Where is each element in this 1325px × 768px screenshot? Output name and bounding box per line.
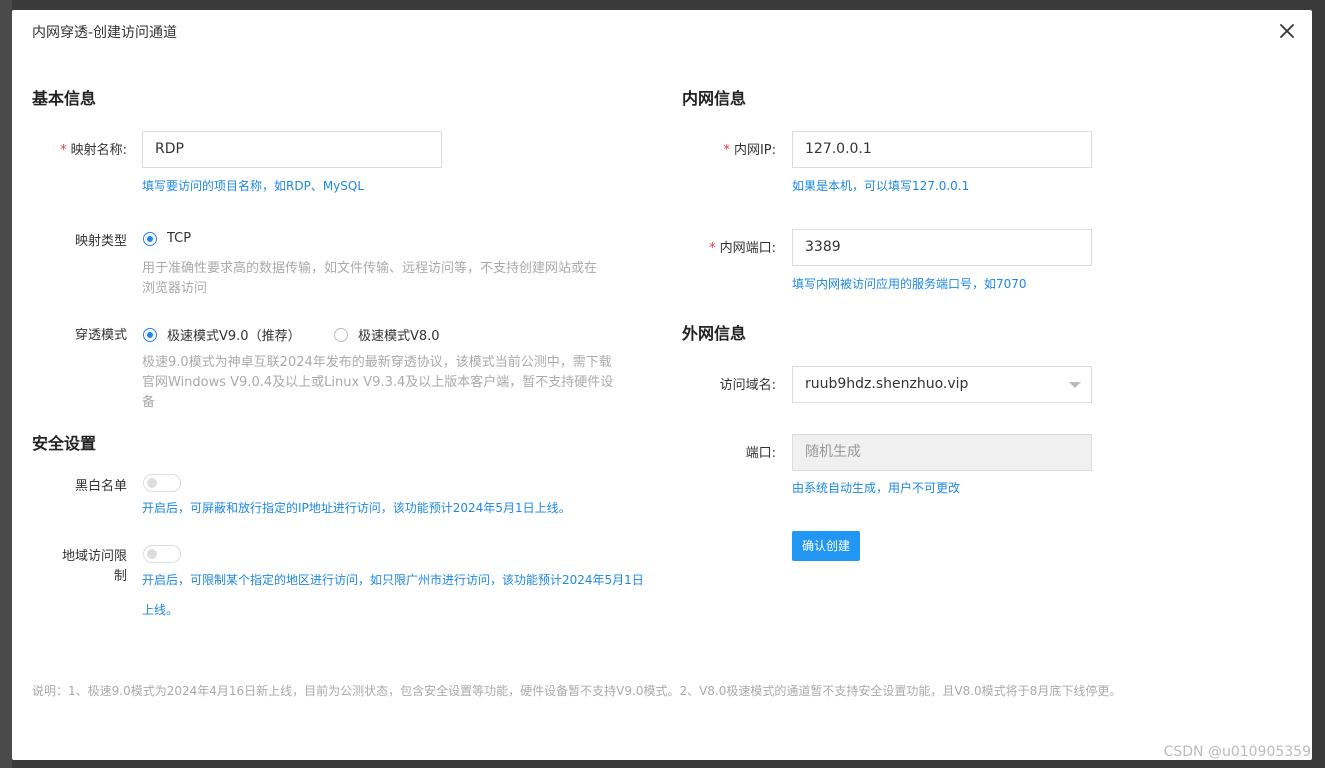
intranet-port-input[interactable]: 3389	[792, 229, 1092, 266]
radio-mode-v9[interactable]: 极速模式V9.0（推荐）	[143, 325, 301, 344]
mapping-type-desc-line1: 用于准确性要求高的数据传输，如文件传输、远程访问等，不支持创建网站或在	[142, 261, 598, 276]
chevron-down-icon	[1069, 382, 1081, 388]
mapping-type-label: 映射类型	[74, 234, 127, 249]
whitelist-label: 黑白名单	[74, 479, 127, 494]
radio-mode-v8[interactable]: 极速模式V8.0	[334, 325, 440, 344]
footer-note: 说明：1、极速9.0模式为2024年4月16日新上线，目前为公测状态，包含安全设…	[32, 684, 1122, 698]
mode-desc-line3: 备	[142, 395, 156, 410]
whitelist-toggle[interactable]	[143, 474, 181, 492]
intranet-ip-label: * 内网IP:	[723, 143, 776, 158]
toggle-knob	[147, 549, 157, 559]
dialog-title: 内网穿透-创建访问通道	[32, 25, 178, 41]
close-icon[interactable]	[1276, 20, 1298, 42]
section-title-basic: 基本信息	[32, 89, 97, 108]
required-mark: *	[709, 241, 716, 256]
mapping-name-label: * 映射名称:	[60, 143, 127, 158]
mapping-type-desc-line2: 浏览器访问	[142, 281, 208, 296]
section-title-intranet: 内网信息	[682, 89, 747, 108]
page-backdrop	[0, 0, 12, 768]
geo-hint-line2: 上线。	[142, 603, 179, 617]
confirm-create-button[interactable]: 确认创建	[792, 531, 860, 561]
required-mark: *	[60, 143, 67, 158]
mapping-name-input[interactable]: RDP	[142, 131, 442, 168]
extranet-port-input: 随机生成	[792, 434, 1092, 471]
extranet-port-hint: 由系统自动生成，用户不可更改	[792, 481, 961, 495]
section-title-security: 安全设置	[32, 434, 97, 453]
domain-select-value: ruub9hdz.shenzhuo.vip	[805, 376, 969, 392]
extranet-port-label: 端口:	[745, 446, 776, 461]
radio-tcp-label: TCP	[167, 231, 192, 246]
intranet-port-hint: 填写内网被访问应用的服务端口号，如7070	[792, 277, 1027, 291]
watermark: CSDN @u010905359	[1163, 744, 1311, 760]
mode-label: 穿透模式	[74, 328, 127, 343]
radio-mode-v9-label: 极速模式V9.0（推荐）	[167, 329, 301, 344]
required-mark: *	[723, 143, 730, 158]
whitelist-hint: 开启后，可屏蔽和放行指定的IP地址进行访问，该功能预计2024年5月1日上线。	[142, 501, 571, 515]
radio-mode-v8-label: 极速模式V8.0	[358, 329, 440, 344]
intranet-ip-hint: 如果是本机，可以填写127.0.0.1	[792, 179, 970, 193]
radio-mode-v9-dot	[143, 327, 157, 342]
domain-label: 访问域名:	[719, 378, 776, 393]
intranet-ip-input[interactable]: 127.0.0.1	[792, 131, 1092, 168]
create-tunnel-dialog: 内网穿透-创建访问通道 基本信息 * 映射名称: RDP 填写要访问的项目名称，如…	[12, 10, 1312, 760]
radio-tcp[interactable]: TCP	[143, 231, 191, 246]
geo-restrict-toggle[interactable]	[143, 545, 181, 563]
geo-hint-line1: 开启后，可限制某个指定的地区进行访问，如只限广州市进行访问，该功能预计2024年…	[142, 573, 644, 587]
mapping-name-hint: 填写要访问的项目名称，如RDP、MySQL	[142, 179, 365, 193]
geo-restrict-label: 地域访问限制	[61, 549, 127, 584]
radio-tcp-dot	[143, 231, 157, 246]
section-title-extranet: 外网信息	[682, 324, 747, 343]
domain-select[interactable]: ruub9hdz.shenzhuo.vip	[792, 366, 1092, 403]
intranet-port-label: * 内网端口:	[709, 241, 776, 256]
mode-desc-line2: 官网Windows V9.0.4及以上或Linux V9.3.4及以上版本客户端…	[142, 375, 614, 390]
toggle-knob	[147, 478, 157, 488]
radio-mode-v8-dot	[334, 327, 348, 342]
mode-desc-line1: 极速9.0模式为神卓互联2024年发布的最新穿透协议，该模式当前公测中，需下载	[142, 355, 612, 370]
